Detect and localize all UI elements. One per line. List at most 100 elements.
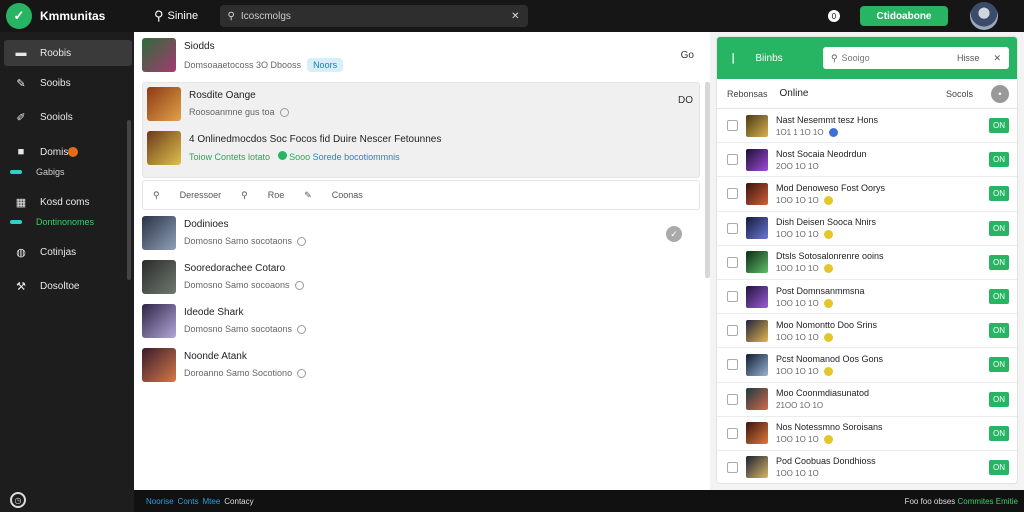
thumbnail bbox=[142, 348, 176, 382]
friend-meta: 1OO 1O 1O bbox=[776, 195, 885, 205]
sidebar-sub-item[interactable]: Gabigs bbox=[0, 165, 134, 179]
filter-0[interactable]: Deressoer bbox=[180, 190, 222, 200]
pin-icon[interactable]: ❘ bbox=[729, 53, 737, 64]
clear-icon[interactable]: ✕ bbox=[511, 11, 519, 22]
friend-checkbox[interactable] bbox=[727, 120, 738, 132]
logo-icon[interactable]: ✓ bbox=[6, 3, 32, 29]
panel-search[interactable]: ⚲ Hisse ✕ bbox=[823, 47, 1009, 69]
friend-avatar bbox=[746, 251, 768, 274]
friend-action-button[interactable]: ON bbox=[989, 186, 1009, 202]
list-item[interactable]: Rosdite Oange Roosoanmne gus toa DO 4 On… bbox=[142, 82, 700, 178]
clock-icon[interactable]: ◷ bbox=[10, 492, 26, 508]
filter-bar: ⚲ Deressoer ⚲ Roe ✎ Coonas bbox=[142, 180, 700, 210]
friend-checkbox[interactable] bbox=[727, 291, 738, 303]
friend-row[interactable]: Post Domnsanmmsna 1OO 1O 1O ON bbox=[717, 280, 1017, 315]
tab-online[interactable]: Online bbox=[780, 88, 809, 99]
friend-avatar bbox=[746, 353, 768, 376]
friend-action-button[interactable]: ON bbox=[989, 254, 1009, 270]
friend-row[interactable]: Moo Nomontto Doo Srins 1OO 1O 1O ON bbox=[717, 314, 1017, 349]
friend-checkbox[interactable] bbox=[727, 427, 738, 439]
footer-link[interactable]: Noorise bbox=[146, 497, 174, 506]
friend-row[interactable]: Dish Deisen Sooca Nnirs 1OO 1O 1O ON bbox=[717, 212, 1017, 246]
filter-search-icon[interactable]: ⚲ bbox=[241, 190, 248, 201]
coin-icon bbox=[823, 366, 833, 376]
friend-row[interactable]: Moo Coonmdiasunatod 21OO 1O 1O ON bbox=[717, 383, 1017, 417]
friend-checkbox[interactable] bbox=[727, 154, 738, 166]
friend-meta: 2OO 1O 1O bbox=[776, 162, 867, 171]
friend-row[interactable]: Nast Nesemmt tesz Hons 1O1 1 1O 1O ON bbox=[717, 109, 1017, 144]
filter-edit-icon[interactable]: ✎ bbox=[304, 190, 312, 201]
list-item[interactable]: Ideode Shark Domosno Samo socotaons bbox=[142, 304, 700, 344]
tab-socials[interactable]: Socols bbox=[946, 89, 973, 99]
global-search-input[interactable] bbox=[240, 10, 512, 22]
tag-green[interactable]: Toiow Contets lotato bbox=[189, 152, 270, 162]
friend-name: Pod Coobuas Dondhioss bbox=[776, 456, 876, 467]
friend-action-button[interactable]: ON bbox=[989, 425, 1009, 441]
sidebar-sub-item[interactable]: Dontinonomes bbox=[0, 215, 134, 229]
friend-action-button[interactable]: ON bbox=[989, 357, 1009, 373]
sidebar-item-1[interactable]: ✎ Sooibs bbox=[4, 70, 132, 96]
item-title: Sooredorachee Cotaro bbox=[184, 263, 286, 274]
panel-search-input[interactable] bbox=[841, 53, 957, 63]
list-item[interactable]: Noonde Atank Doroanno Samo Socotiono bbox=[142, 348, 700, 388]
footer-link[interactable]: Commites bbox=[958, 497, 994, 506]
main-scrollbar[interactable] bbox=[705, 82, 710, 278]
footer-link[interactable]: Emitie bbox=[996, 497, 1018, 506]
search-icon[interactable]: ⚲ bbox=[154, 8, 164, 24]
sidebar-scrollbar[interactable] bbox=[127, 120, 131, 280]
friend-info: Post Domnsanmmsna 1OO 1O 1O bbox=[776, 286, 865, 308]
friend-meta-text: 1OO 1O 1O bbox=[776, 435, 819, 445]
notification-badge[interactable]: 0 bbox=[828, 10, 840, 22]
friends-panel: ❘ Biinbs ⚲ Hisse ✕ Rebonsas Online Socol… bbox=[716, 36, 1018, 484]
sidebar-item-3[interactable]: ■ Domiste bbox=[4, 139, 132, 165]
friend-checkbox[interactable] bbox=[727, 188, 738, 200]
home-icon: ▬ bbox=[15, 47, 27, 59]
footer-link[interactable]: Conts bbox=[178, 497, 199, 506]
tag-link[interactable]: Sorede bocotiommnis bbox=[313, 152, 400, 162]
friend-row[interactable]: Pod Coobuas Dondhioss 1OO 1O 1O ON bbox=[717, 451, 1017, 483]
filter-2[interactable]: Coonas bbox=[332, 190, 363, 200]
status-chip[interactable]: Noors bbox=[307, 58, 344, 72]
close-icon[interactable]: ✕ bbox=[993, 53, 1001, 64]
filter-tools-icon[interactable]: ⚲ bbox=[153, 190, 160, 201]
sidebar-item-2[interactable]: ✐ Sooiols bbox=[4, 104, 132, 130]
sidebar-item-4[interactable]: ▦ Kosd coms bbox=[4, 189, 132, 215]
footer-link[interactable]: Mtee bbox=[202, 497, 220, 506]
global-search[interactable]: ⚲ ✕ bbox=[219, 5, 528, 27]
friend-action-button[interactable]: ON bbox=[989, 152, 1009, 168]
friend-action-button[interactable]: ON bbox=[989, 288, 1009, 304]
more-icon[interactable]: ✓ bbox=[666, 226, 682, 242]
primary-cta-button[interactable]: Ctidoabone bbox=[860, 6, 948, 26]
tab-responses[interactable]: Rebonsas bbox=[727, 89, 768, 99]
sidebar-item-5[interactable]: ◍ Cotinjas bbox=[4, 239, 132, 265]
friend-checkbox[interactable] bbox=[727, 359, 738, 371]
friend-row[interactable]: Dtsls Sotosalonrenre ooins 1OO 1O 1O ON bbox=[717, 246, 1017, 280]
user-avatar[interactable] bbox=[970, 2, 998, 30]
friend-action-button[interactable]: ON bbox=[989, 459, 1009, 475]
tag-green[interactable]: Sooo bbox=[289, 152, 310, 162]
friend-checkbox[interactable] bbox=[727, 256, 738, 268]
list-item[interactable]: Dodinioes Domosno Samo socotaons ✓ bbox=[142, 216, 700, 256]
sidebar-item-0[interactable]: ▬ Roobis bbox=[4, 40, 132, 66]
list-item[interactable]: Sooredorachee Cotaro Domosno Samo socoao… bbox=[142, 260, 700, 300]
friend-checkbox[interactable] bbox=[727, 325, 738, 337]
friend-row[interactable]: Nost Socaia Neodrdun 2OO 1O 1O ON bbox=[717, 143, 1017, 178]
friend-action-button[interactable]: ON bbox=[989, 391, 1009, 407]
friend-checkbox[interactable] bbox=[727, 461, 738, 473]
friend-checkbox[interactable] bbox=[727, 393, 738, 405]
friend-checkbox[interactable] bbox=[727, 222, 738, 234]
friend-action-button[interactable]: ON bbox=[989, 118, 1009, 133]
filter-1[interactable]: Roe bbox=[268, 190, 285, 200]
settings-icon[interactable]: • bbox=[991, 84, 1009, 103]
friend-meta: 1OO 1O 1O bbox=[776, 298, 865, 308]
sidebar-item-6[interactable]: ⚒ Dosoltoe bbox=[4, 273, 132, 299]
friend-row[interactable]: Pcst Noomanod Oos Gons 1OO 1O 1O ON bbox=[717, 348, 1017, 383]
friend-avatar bbox=[746, 114, 768, 137]
item-title: Siodds bbox=[184, 41, 215, 52]
friend-row[interactable]: Nos Notessmno Soroisans 1OO 1O 1O ON bbox=[717, 417, 1017, 451]
list-item[interactable]: Siodds Domsoaaetocoss 3O Dbooss Noors Go bbox=[142, 38, 700, 78]
friend-action-button[interactable]: ON bbox=[989, 323, 1009, 339]
friend-action-button[interactable]: ON bbox=[989, 220, 1009, 236]
friend-row[interactable]: Mod Denoweso Fost Oorys 1OO 1O 1O ON bbox=[717, 177, 1017, 212]
friend-name: Post Domnsanmmsna bbox=[776, 285, 865, 296]
